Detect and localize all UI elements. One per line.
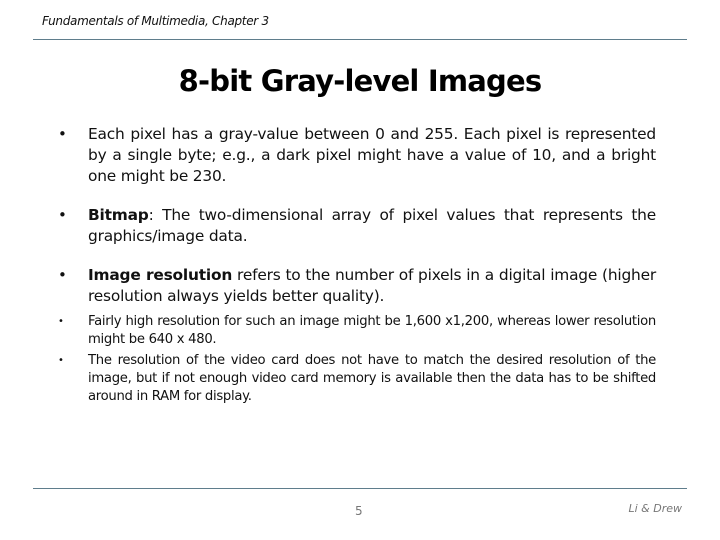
- sub-bullet-item: • The resolution of the video card does …: [56, 352, 656, 406]
- bullet-list: • Each pixel has a gray-value between 0 …: [56, 124, 656, 409]
- sub-bullet-text: Fairly high resolution for such an image…: [88, 314, 656, 347]
- sub-bullet-item: • Fairly high resolution for such an ima…: [56, 313, 656, 349]
- bullet-dot: •: [58, 206, 67, 224]
- sub-bullet-dot: •: [58, 355, 64, 366]
- header-course-title: Fundamentals of Multimedia, Chapter 3: [42, 14, 269, 28]
- sub-bullet-list: • Fairly high resolution for such an ima…: [56, 313, 656, 406]
- header-divider: [33, 39, 687, 40]
- slide-title: 8-bit Gray-level Images: [178, 64, 542, 98]
- bullet-term: Bitmap: [88, 206, 149, 224]
- bullet-text: Each pixel has a gray-value between 0 an…: [88, 125, 656, 185]
- footer-authors: Li & Drew: [628, 502, 682, 515]
- bullet-dot: •: [58, 266, 67, 284]
- bullet-item: • Each pixel has a gray-value between 0 …: [56, 124, 656, 187]
- footer-divider: [33, 488, 687, 489]
- bullet-item: • Image resolution refers to the number …: [56, 265, 656, 307]
- bullet-text: : The two-dimensional array of pixel val…: [88, 206, 656, 245]
- page-number: 5: [355, 504, 363, 518]
- bullet-dot: •: [58, 125, 67, 143]
- bullet-term: Image resolution: [88, 266, 233, 284]
- bullet-item: • Bitmap: The two-dimensional array of p…: [56, 205, 656, 247]
- sub-bullet-dot: •: [58, 316, 64, 327]
- sub-bullet-text: The resolution of the video card does no…: [88, 353, 656, 404]
